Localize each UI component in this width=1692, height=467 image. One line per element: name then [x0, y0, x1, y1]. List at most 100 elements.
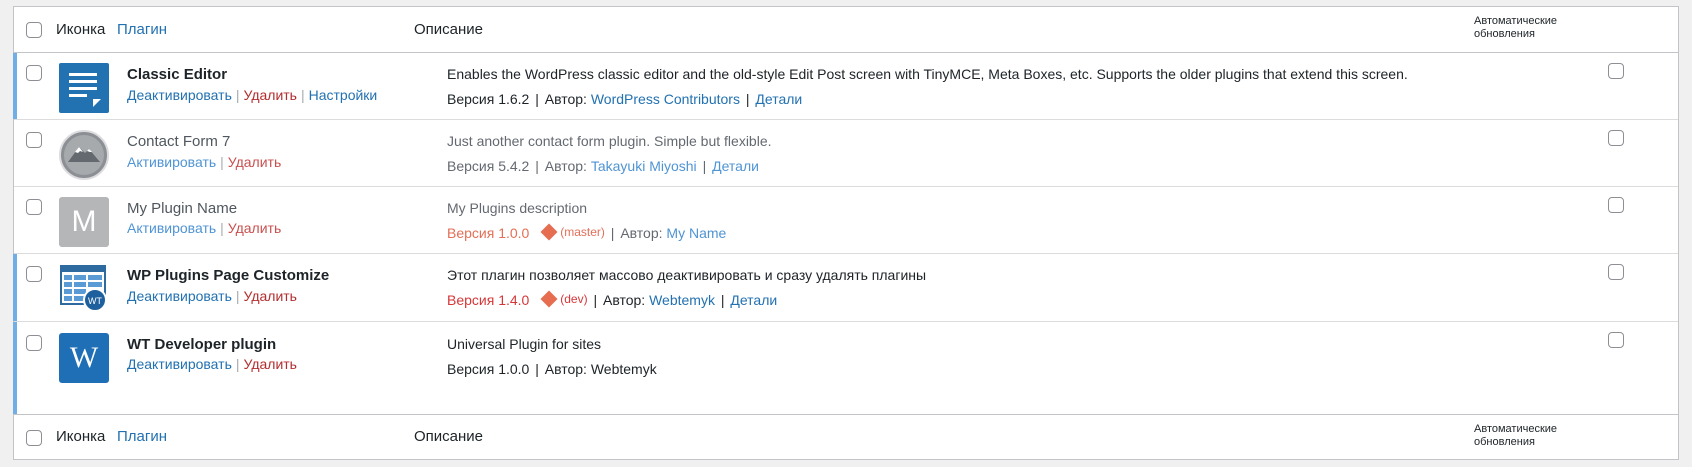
delete-link[interactable]: Удалить [244, 356, 297, 372]
plugin-description: Universal Plugin for sites [447, 336, 602, 352]
classic-editor-icon [59, 63, 109, 113]
plugin-row-my-plugin-name: M My Plugin Name Активировать | Удалить My… [14, 187, 1678, 254]
plugin-name: Contact Form 7 [127, 133, 231, 150]
plugin-checkbox[interactable] [26, 266, 42, 282]
column-auto-updates-header: Автоматические обновления [1474, 15, 1558, 40]
plugin-meta: Версия 5.4.2 | Автор: Takayuki Miyoshi |… [447, 158, 759, 174]
deactivate-link[interactable]: Деактивировать [127, 356, 232, 372]
branch-name: (dev) [560, 292, 588, 306]
plugin-description: Enables the WordPress classic editor and… [447, 66, 1408, 82]
separator: | [535, 91, 539, 107]
plugin-checkbox[interactable] [26, 199, 42, 215]
mountain-icon [59, 130, 109, 180]
plugin-description: Этот плагин позволяет массово деактивиро… [447, 267, 927, 283]
plugin-meta: Версия 1.6.2 | Автор: WordPress Contribu… [447, 91, 802, 107]
author-label: Автор: [544, 361, 587, 377]
separator: | [235, 356, 240, 372]
separator: | [235, 288, 240, 304]
author-link[interactable]: Takayuki Miyoshi [591, 158, 697, 174]
separator: | [535, 158, 539, 174]
plugins-table: Иконка Плагин Описание Автоматические об… [13, 6, 1679, 460]
plugin-actions: Деактивировать | Удалить | Настройки [127, 87, 377, 103]
plugin-description: Just another contact form plugin. Simple… [447, 133, 772, 149]
activate-link[interactable]: Активировать [127, 220, 216, 236]
author-link[interactable]: Webtemyk [649, 292, 715, 308]
column-description-header: Описание [414, 21, 484, 38]
plugin-row-wt-developer-plugin: W WT Developer plugin Деактивировать | Уда… [13, 322, 1678, 414]
plugin-checkbox[interactable] [26, 132, 42, 148]
letter-w-icon: W [59, 333, 109, 383]
plugin-meta: Версия 1.4.0 (dev) | Автор: Webtemyk | Д… [447, 290, 777, 308]
separator: | [702, 158, 707, 174]
auto-update-checkbox[interactable] [1608, 264, 1624, 280]
table-footer: Иконка Плагин Описание Автоматические об… [14, 414, 1678, 460]
plugin-row-classic-editor: Classic Editor Деактивировать | Удалить | На… [13, 53, 1678, 120]
delete-link[interactable]: Удалить [244, 87, 297, 103]
column-auto-updates-footer: Автоматические обновления [1474, 423, 1558, 448]
plugins-manager-icon: WT [59, 264, 109, 314]
details-link[interactable]: Детали [730, 292, 777, 308]
branch-name: (master) [560, 225, 605, 239]
column-icon-footer: Иконка [56, 428, 106, 445]
plugin-meta: Версия 1.0.0 | Автор: Webtemyk [447, 361, 657, 377]
separator: | [535, 361, 539, 377]
separator: | [720, 292, 725, 308]
table-header: Иконка Плагин Описание Автоматические об… [14, 7, 1678, 53]
plugin-row-wp-plugins-page-customize: WT WP Plugins Page Customize Деактивиров… [13, 254, 1678, 322]
svg-text:WT: WT [88, 296, 102, 306]
plugin-name: WP Plugins Page Customize [127, 267, 330, 284]
separator: | [610, 225, 615, 241]
column-plugin-header[interactable]: Плагин [117, 21, 167, 38]
details-link[interactable]: Детали [712, 158, 759, 174]
plugin-checkbox[interactable] [26, 65, 42, 81]
separator: | [745, 91, 750, 107]
plugin-version: Версия 1.0.0 [447, 361, 530, 377]
plugin-meta: Версия 1.0.0 (master) | Автор: My Name [447, 223, 726, 241]
plugin-row-contact-form-7: Contact Form 7 Активировать | Удалить Just… [14, 120, 1678, 187]
details-link[interactable]: Детали [755, 91, 802, 107]
git-icon [540, 223, 558, 241]
plugin-version: Версия 5.4.2 [447, 158, 530, 174]
author-label: Автор: [544, 91, 587, 107]
author-link[interactable]: My Name [666, 225, 726, 241]
plugin-actions: Деактивировать | Удалить [127, 356, 297, 372]
plugin-checkbox[interactable] [26, 335, 42, 351]
git-branch: (dev) [540, 290, 588, 308]
auto-update-checkbox[interactable] [1608, 197, 1624, 213]
deactivate-link[interactable]: Деактивировать [127, 288, 232, 304]
plugin-version: Версия 1.6.2 [447, 91, 530, 107]
git-icon [540, 290, 558, 308]
plugin-version: Версия 1.4.0 [447, 292, 530, 308]
column-icon-header: Иконка [56, 21, 106, 38]
activate-link[interactable]: Активировать [127, 154, 216, 170]
delete-link[interactable]: Удалить [244, 288, 297, 304]
column-plugin-footer[interactable]: Плагин [117, 428, 167, 445]
settings-link[interactable]: Настройки [309, 87, 378, 103]
delete-link[interactable]: Удалить [228, 154, 281, 170]
author-name: Webtemyk [590, 361, 657, 377]
plugin-actions: Активировать | Удалить [127, 220, 281, 236]
column-description-footer: Описание [414, 428, 484, 445]
plugin-name: Classic Editor [127, 66, 228, 83]
delete-link[interactable]: Удалить [228, 220, 281, 236]
separator: | [220, 220, 224, 236]
plugin-name: WT Developer plugin [127, 336, 277, 353]
separator: | [300, 87, 305, 103]
separator: | [593, 292, 598, 308]
author-label: Автор: [544, 158, 587, 174]
plugin-description: My Plugins description [447, 200, 588, 216]
auto-update-checkbox[interactable] [1608, 130, 1624, 146]
separator: | [220, 154, 224, 170]
select-all-checkbox-bottom[interactable] [26, 430, 42, 446]
author-label: Автор: [620, 225, 663, 241]
plugin-actions: Активировать | Удалить [127, 154, 281, 170]
plugin-name: My Plugin Name [127, 200, 238, 217]
plugin-actions: Деактивировать | Удалить [127, 288, 297, 304]
deactivate-link[interactable]: Деактивировать [127, 87, 232, 103]
auto-update-checkbox[interactable] [1608, 332, 1624, 348]
plugin-version: Версия 1.0.0 [447, 225, 530, 241]
auto-update-checkbox[interactable] [1608, 63, 1624, 79]
separator: | [235, 87, 240, 103]
author-link[interactable]: WordPress Contributors [591, 91, 740, 107]
select-all-checkbox[interactable] [26, 22, 42, 38]
